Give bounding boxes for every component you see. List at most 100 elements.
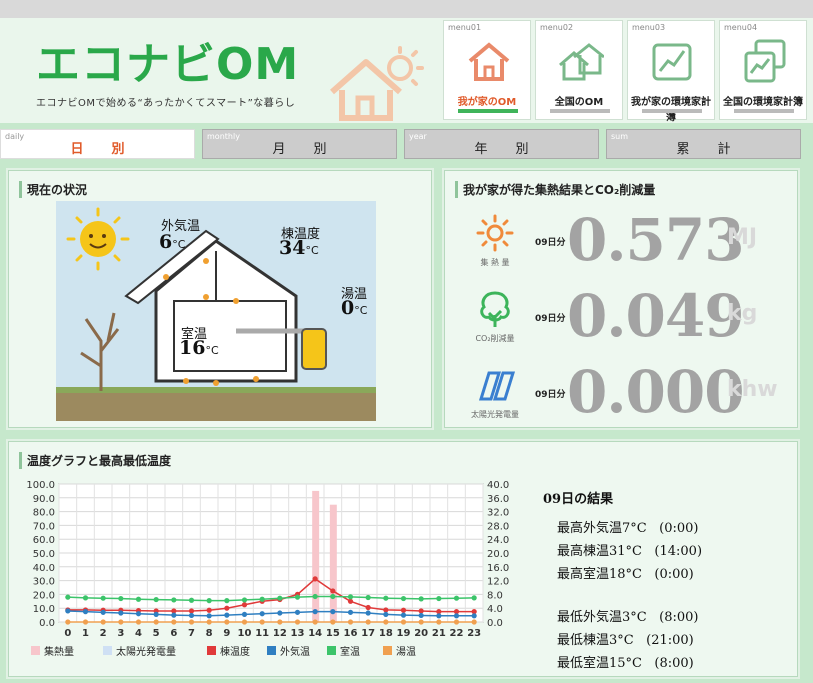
sun-illustration: [66, 207, 130, 271]
series-point-湯温: [312, 619, 318, 625]
menu-3[interactable]: menu03 我が家の環境家計簿: [627, 20, 715, 123]
menu-1[interactable]: menu01 我が家のOM: [443, 20, 531, 120]
series-point-棟温度: [347, 598, 354, 604]
chart-books-icon: [744, 39, 786, 83]
series-point-湯温: [294, 619, 301, 625]
series-point-湯温: [259, 619, 265, 625]
y-left-tick-label: 40.0: [33, 563, 55, 574]
series-point-室温: [171, 597, 177, 603]
stat-row: 集 熱 量 09日分 0.573 MJ: [465, 207, 785, 273]
result-label: 最高室温: [557, 567, 610, 582]
legend-swatch: [327, 646, 336, 655]
series-point-湯温: [347, 619, 354, 625]
tab-monthly[interactable]: monthly 月別: [202, 129, 397, 159]
series-point-外気温: [471, 613, 477, 619]
stat-day: 09日分: [535, 238, 566, 248]
menu-4[interactable]: menu04 全国の環境家計簿: [719, 20, 807, 120]
y-left-tick-label: 20.0: [33, 590, 55, 601]
series-point-室温: [418, 596, 424, 602]
series-point-室温: [436, 595, 442, 602]
series-point-湯温: [330, 619, 336, 625]
series-point-外気温: [312, 609, 318, 615]
bar-集熱量: [329, 504, 337, 622]
menu-label: 全国の環境家計簿: [723, 97, 803, 108]
series-point-湯温: [365, 619, 371, 625]
series-point-外気温: [188, 612, 195, 619]
y-right-tick-label: 40.0: [487, 480, 509, 491]
tab-daily[interactable]: daily 日別: [0, 129, 195, 159]
tab-label: 日別: [70, 142, 153, 157]
stat-day: 09日分: [535, 314, 566, 324]
series-point-外気温: [135, 611, 142, 617]
tab-year[interactable]: year 年別: [404, 129, 599, 159]
x-tick-label: 20: [414, 628, 428, 639]
x-tick-label: 11: [255, 628, 269, 639]
series-point-外気温: [206, 613, 212, 619]
result-value: 31°C: [609, 544, 643, 559]
series-point-湯温: [471, 619, 477, 625]
series-point-室温: [241, 597, 248, 603]
graph-panel: 温度グラフと最高最低温度 0.0 10.0 20.0 30.0 40.0 50.0 60.0…: [8, 441, 798, 677]
y-right-tick-label: 24.0: [487, 535, 509, 546]
x-tick-label: 5: [153, 628, 160, 639]
series-point-湯温: [65, 619, 71, 625]
result-value: 15°C: [609, 656, 643, 671]
series-point-棟温度: [312, 576, 318, 582]
result-time: (0:00): [654, 567, 694, 582]
solar-panel-icon: [478, 371, 515, 401]
series-point-湯温: [118, 619, 124, 625]
x-tick-label: 9: [223, 628, 230, 639]
x-tick-label: 10: [238, 628, 252, 639]
max-result-item: 最高室温18°C (0:00): [543, 563, 783, 586]
y-left-tick-label: 100.0: [26, 480, 55, 491]
series-point-棟温度: [206, 607, 212, 613]
x-tick-label: 7: [188, 628, 195, 639]
series-point-棟温度: [224, 605, 230, 611]
menu-underline: [734, 109, 794, 113]
result-time: (8:00): [659, 610, 699, 625]
legend-swatch: [383, 646, 392, 655]
series-point-外気温: [224, 612, 230, 618]
series-point-室温: [100, 595, 106, 601]
series-point-室温: [294, 594, 301, 600]
series-point-棟温度: [188, 608, 195, 614]
x-tick-label: 1: [82, 628, 89, 639]
logo[interactable]: エコナビOM エコナビOMで始める“あったかくてスマート”な暮らし: [36, 42, 299, 110]
menu-2[interactable]: menu02 全国のOM: [535, 20, 623, 120]
results-panel: 我が家が得た集熱結果とCO₂削減量 集 熱 量 09日分 0.573 MJ CO₂削減量…: [444, 170, 798, 428]
legend-swatch: [31, 646, 40, 655]
series-point-湯温: [277, 619, 283, 625]
series-point-棟温度: [400, 607, 407, 613]
stat-caption: CO₂削減量: [475, 334, 515, 343]
series-point-湯温: [224, 619, 230, 625]
water-temp-value: 0°C: [341, 297, 368, 319]
result-value: 3°C: [622, 610, 647, 625]
result-label: 最低外気温: [557, 610, 623, 625]
y-left-tick-label: 50.0: [33, 549, 55, 560]
series-point-湯温: [100, 619, 106, 625]
menu-label: 我が家の環境家計簿: [631, 97, 711, 123]
series-point-室温: [471, 595, 477, 601]
series-point-湯温: [82, 619, 89, 625]
x-tick-label: 23: [467, 628, 481, 639]
legend-label: 棟温度: [220, 645, 250, 658]
legend-label: 太陽光発電量: [116, 645, 176, 658]
series-point-室温: [347, 594, 354, 600]
tab-sum[interactable]: sum 累計: [606, 129, 801, 159]
series-point-室温: [312, 593, 318, 600]
series-point-室温: [206, 598, 212, 604]
series-point-外気温: [418, 612, 424, 619]
results-panel-title: 我が家が得た集熱結果とCO₂削減量: [455, 181, 655, 198]
house-sun-icon: [330, 46, 424, 121]
x-tick-label: 21: [432, 628, 446, 639]
series-point-棟温度: [241, 602, 248, 608]
series-point-外気温: [65, 608, 71, 614]
x-tick-label: 16: [344, 628, 358, 639]
house-icon: [468, 42, 510, 81]
series-point-湯温: [241, 619, 248, 625]
x-tick-label: 13: [291, 628, 305, 639]
house-illustration: [56, 207, 376, 421]
series-point-外気温: [118, 610, 124, 616]
room-temp-value: 16°C: [179, 337, 219, 359]
tab-label: 月別: [272, 142, 355, 157]
